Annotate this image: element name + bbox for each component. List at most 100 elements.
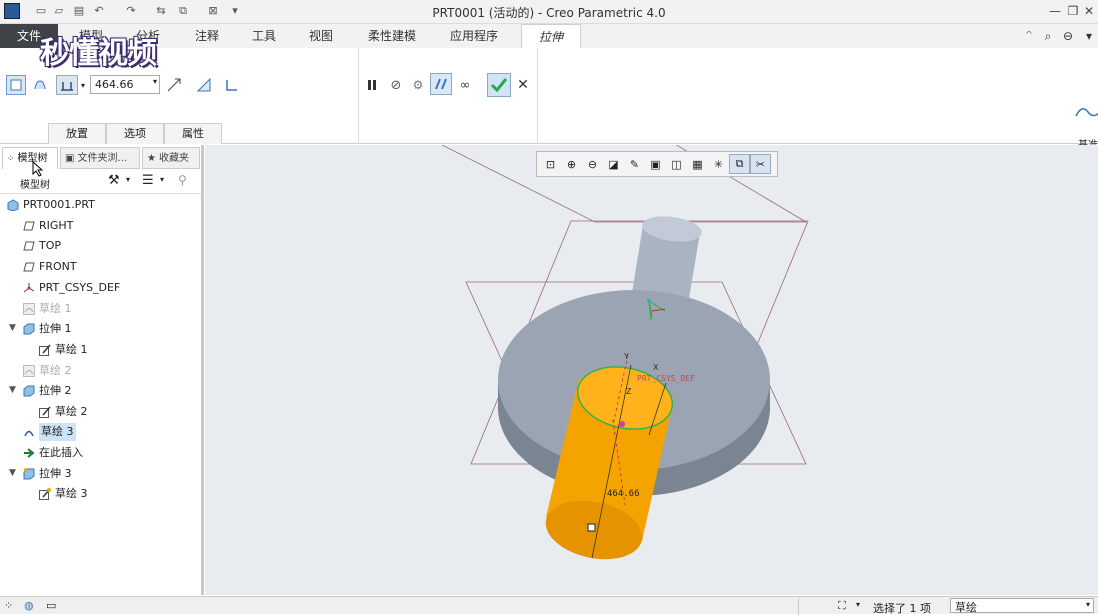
tree-settings-dropdown-icon[interactable]: ▾ <box>126 175 130 184</box>
depth-value-dropdown-icon[interactable]: ▾ <box>153 77 157 86</box>
navigator-toggle-icon[interactable]: ⁘ <box>4 599 13 612</box>
search-icon[interactable]: ⌕ <box>1040 24 1056 48</box>
subtab-properties[interactable]: 属性 <box>164 123 222 144</box>
tree-item-extrude-2[interactable]: 拉伸 2 <box>22 382 72 400</box>
window-title: PRT0001 (活动的) - Creo Parametric 4.0 <box>432 6 666 20</box>
zoom-out-icon[interactable]: ⊖ <box>582 154 603 174</box>
flip-direction-button[interactable] <box>164 75 184 95</box>
help-dropdown-icon[interactable]: ▾ <box>1082 24 1096 48</box>
status-divider <box>798 597 799 615</box>
tree-show-icon[interactable]: ☰ <box>142 173 154 188</box>
watermark-logo: 秒懂视频 <box>40 36 157 71</box>
browser-toggle-icon[interactable]: ◍ <box>24 599 34 612</box>
drag-handle-magenta[interactable] <box>619 421 625 427</box>
tree-item-sketch-1-hidden[interactable]: 草绘 1 <box>22 300 72 318</box>
datum-curve-icon[interactable] <box>1074 102 1098 124</box>
tree-filter-icon[interactable]: ⚲ <box>178 173 187 187</box>
tree-item-top-plane[interactable]: TOP <box>22 237 61 255</box>
cancel-button[interactable]: ✕ <box>513 75 533 95</box>
solid-icon <box>10 79 22 91</box>
depth-dimension-label[interactable]: 464.66 <box>607 489 640 499</box>
zoom-in-icon[interactable]: ⊕ <box>561 154 582 174</box>
tree-item-label: TOP <box>39 239 62 252</box>
title-bar: ▭ ▱ ▤ ↶ ↷ ⇆ ⧉ ⊠ ▾ PRT0001 (活动的) - Creo P… <box>0 0 1098 24</box>
remove-material-button[interactable] <box>194 75 214 95</box>
status-bar: ⁘ ◍ ▭ ⛶ ▾ 选择了 1 项 草绘 ▾ <box>0 596 1098 615</box>
tree-item-sketch-3-selected[interactable]: 草绘 3 <box>22 423 76 441</box>
tree-item-right-plane[interactable]: RIGHT <box>22 217 73 235</box>
expand-arrow-icon[interactable]: ▼ <box>9 468 19 478</box>
sketch-icon <box>38 406 51 419</box>
find-icon[interactable]: ⛶ <box>838 599 846 613</box>
preview-button[interactable] <box>430 73 452 95</box>
tree-item-sketch-3[interactable]: 草绘 3 <box>38 485 88 503</box>
tree-item-front-plane[interactable]: FRONT <box>22 258 77 276</box>
display-style-icon[interactable]: ▣ <box>645 154 666 174</box>
tab-model-tree[interactable]: ⁘ 模型树 <box>2 147 58 169</box>
annotation-display-icon[interactable]: ⧉ <box>729 154 750 174</box>
tab-annotate[interactable]: 注释 <box>180 24 234 48</box>
thicken-sketch-button[interactable] <box>222 75 242 95</box>
subtab-placement[interactable]: 放置 <box>48 123 106 144</box>
tree-item-sketch-2[interactable]: 草绘 2 <box>38 403 88 421</box>
selection-filter-select[interactable]: 草绘 ▾ <box>950 598 1094 614</box>
tree-item-sketch-1[interactable]: 草绘 1 <box>38 341 88 359</box>
tree-item-part[interactable]: PRT0001.PRT <box>6 196 95 214</box>
confirm-button[interactable] <box>487 73 511 97</box>
view-manager-icon[interactable]: ▦ <box>687 154 708 174</box>
minimize-icon[interactable]: — <box>1046 2 1064 20</box>
tree-show-dropdown-icon[interactable]: ▾ <box>160 175 164 184</box>
reorient-icon[interactable]: ✎ <box>624 154 645 174</box>
tree-item-extrude-1[interactable]: 拉伸 1 <box>22 320 72 338</box>
repaint-icon[interactable]: ◪ <box>603 154 624 174</box>
minimize-ribbon-icon[interactable]: ^ <box>1022 24 1036 48</box>
tab-favorites[interactable]: ★ 收藏夹 <box>142 147 200 169</box>
no-preview-icon[interactable]: ⊘ <box>386 75 406 95</box>
tab-extrude[interactable]: 拉伸 <box>521 24 581 48</box>
fullscreen-icon[interactable]: ▭ <box>46 599 56 612</box>
depth-option-button[interactable] <box>56 75 78 95</box>
tree-item-label: 草绘 1 <box>39 302 72 315</box>
sketch-icon <box>38 488 51 501</box>
surface-extrude-button[interactable] <box>30 75 50 95</box>
tab-favorites-label: 收藏夹 <box>158 153 189 164</box>
depth-drag-handle[interactable] <box>587 523 596 532</box>
selection-filter-value: 草绘 <box>955 601 977 614</box>
tab-folder-browser[interactable]: ▣ 文件夹浏... <box>60 147 140 169</box>
saved-orientations-icon[interactable]: ◫ <box>666 154 687 174</box>
tree-item-insert-here[interactable]: 在此插入 <box>22 444 83 462</box>
extrude-icon <box>22 385 35 398</box>
insert-arrow-icon <box>22 447 35 460</box>
graphics-window[interactable]: PRT_CSYS_DEF 464.66 Y X Z <box>205 145 1098 595</box>
tree-item-csys[interactable]: PRT_CSYS_DEF <box>22 279 120 297</box>
help-icon[interactable]: ⊖ <box>1058 24 1078 48</box>
tree-item-sketch-2-hidden[interactable]: 草绘 2 <box>22 362 72 380</box>
tab-view[interactable]: 视图 <box>294 24 348 48</box>
tree-item-extrude-3[interactable]: 拉伸 3 <box>22 465 72 483</box>
close-icon[interactable]: ✕ <box>1080 2 1098 20</box>
datum-plane-icon <box>22 240 35 253</box>
preview-mesh-icon[interactable]: ⚙ <box>408 75 428 95</box>
subtab-options[interactable]: 选项 <box>106 123 164 144</box>
datum-plane-icon <box>22 261 35 274</box>
tab-folder-browser-label: 文件夹浏... <box>77 153 127 164</box>
verify-glasses-icon[interactable]: ∞ <box>455 75 475 95</box>
tab-applications[interactable]: 应用程序 <box>436 24 512 48</box>
depth-dropdown-icon[interactable]: ▾ <box>78 75 88 95</box>
axis-y-label: Y <box>623 352 629 361</box>
preview-icon <box>435 78 447 90</box>
tab-flexible-modeling[interactable]: 柔性建模 <box>354 24 430 48</box>
expand-arrow-icon[interactable]: ▼ <box>9 385 19 395</box>
refit-icon[interactable]: ⊡ <box>540 154 561 174</box>
datum-display-icon[interactable]: ✳ <box>708 154 729 174</box>
expand-arrow-icon[interactable]: ▼ <box>9 323 19 333</box>
find-dropdown-icon[interactable]: ▾ <box>856 600 860 609</box>
spin-center-icon[interactable]: ✂ <box>750 154 771 174</box>
solid-extrude-button[interactable] <box>6 75 26 95</box>
depth-value-input[interactable]: 464.66 ▾ <box>90 75 160 94</box>
filter-dropdown-icon[interactable]: ▾ <box>1086 600 1090 609</box>
pause-button[interactable] <box>362 75 382 95</box>
csys-label: PRT_CSYS_DEF <box>637 374 695 383</box>
tab-tools[interactable]: 工具 <box>238 24 290 48</box>
tree-settings-icon[interactable]: ⚒ <box>108 173 120 188</box>
